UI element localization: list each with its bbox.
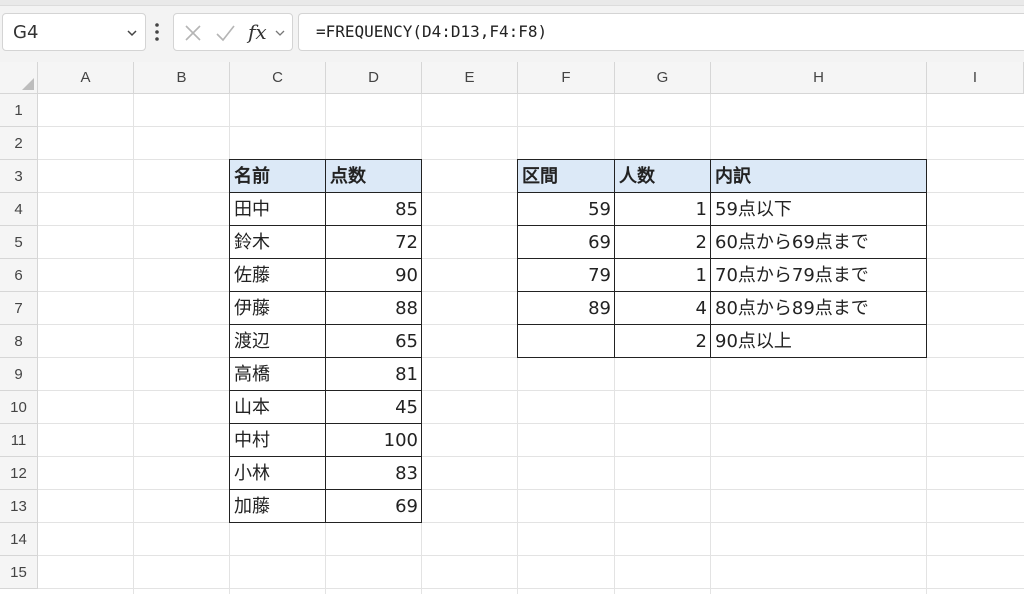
row-header[interactable]: 8	[0, 325, 38, 358]
insert-function-button[interactable]: fx	[248, 20, 267, 44]
row-header[interactable]: 13	[0, 490, 38, 523]
detail-cell[interactable]: 59点以下	[710, 192, 927, 226]
header-cell[interactable]: 点数	[325, 159, 422, 193]
formula-bar: G4 fx =FREQUENCY(D4:D13,F4:F8)	[0, 0, 1024, 62]
name-cell[interactable]: 佐藤	[229, 258, 326, 292]
column-header[interactable]: I	[927, 62, 1024, 94]
row-header[interactable]: 5	[0, 226, 38, 259]
score-cell[interactable]: 83	[325, 456, 422, 490]
count-cell[interactable]: 2	[614, 324, 711, 358]
name-cell[interactable]: 中村	[229, 423, 326, 457]
chevron-down-icon[interactable]	[127, 28, 137, 38]
column-header[interactable]: E	[422, 62, 518, 94]
bin-cell[interactable]: 79	[517, 258, 615, 292]
row-header[interactable]: 6	[0, 259, 38, 292]
column-header[interactable]: C	[230, 62, 326, 94]
column-header[interactable]: D	[326, 62, 422, 94]
name-box[interactable]: G4	[2, 13, 146, 51]
header-cell[interactable]: 名前	[229, 159, 326, 193]
count-cell[interactable]: 1	[614, 192, 711, 226]
name-cell[interactable]: 鈴木	[229, 225, 326, 259]
name-cell[interactable]: 山本	[229, 390, 326, 424]
count-cell[interactable]: 1	[614, 258, 711, 292]
gridline	[38, 555, 1024, 556]
score-cell[interactable]: 72	[325, 225, 422, 259]
column-header[interactable]: B	[134, 62, 230, 94]
name-cell[interactable]: 伊藤	[229, 291, 326, 325]
count-cell[interactable]: 4	[614, 291, 711, 325]
bin-cell[interactable]: 89	[517, 291, 615, 325]
row-header[interactable]: 4	[0, 193, 38, 226]
score-cell[interactable]: 100	[325, 423, 422, 457]
ribbon-edge	[0, 0, 1024, 6]
score-cell[interactable]: 45	[325, 390, 422, 424]
name-cell[interactable]: 小林	[229, 456, 326, 490]
name-cell[interactable]: 渡辺	[229, 324, 326, 358]
header-cell[interactable]: 区間	[517, 159, 615, 193]
row-header[interactable]: 11	[0, 424, 38, 457]
score-cell[interactable]: 65	[325, 324, 422, 358]
formula-buttons: fx	[173, 13, 293, 51]
gridline	[38, 456, 1024, 457]
formula-input[interactable]: =FREQUENCY(D4:D13,F4:F8)	[298, 13, 1024, 51]
chevron-down-icon[interactable]	[275, 28, 285, 38]
row-header[interactable]: 1	[0, 94, 38, 127]
name-cell[interactable]: 高橋	[229, 357, 326, 391]
name-cell[interactable]: 加藤	[229, 489, 326, 523]
gridline	[133, 94, 134, 594]
column-header[interactable]: A	[38, 62, 134, 94]
row-header[interactable]: 12	[0, 457, 38, 490]
gridline	[38, 390, 1024, 391]
score-cell[interactable]: 88	[325, 291, 422, 325]
row-header[interactable]: 10	[0, 391, 38, 424]
name-box-value: G4	[13, 22, 39, 43]
row-header[interactable]: 3	[0, 160, 38, 193]
select-all-icon	[22, 78, 34, 90]
gridline	[38, 126, 1024, 127]
worksheet-grid[interactable]: A B C D E F G H I 1 2 3 4 5 6 7 8 9 10 11 12 13 14 15 名前 点数 田中 85 鈴木…	[0, 62, 1024, 594]
row-header[interactable]: 2	[0, 127, 38, 160]
column-header[interactable]: F	[518, 62, 615, 94]
count-cell[interactable]: 2	[614, 225, 711, 259]
x-icon[interactable]	[182, 22, 204, 44]
header-cell[interactable]: 内訳	[710, 159, 927, 193]
select-all-button[interactable]	[0, 62, 38, 94]
formula-text: =FREQUENCY(D4:D13,F4:F8)	[316, 22, 548, 41]
bin-cell[interactable]: 59	[517, 192, 615, 226]
row-header[interactable]: 14	[0, 523, 38, 556]
score-cell[interactable]: 85	[325, 192, 422, 226]
gridline	[38, 522, 1024, 523]
bin-cell[interactable]	[517, 324, 615, 358]
row-header[interactable]: 9	[0, 358, 38, 391]
score-cell[interactable]: 90	[325, 258, 422, 292]
detail-cell[interactable]: 80点から89点まで	[710, 291, 927, 325]
gridline	[38, 489, 1024, 490]
detail-cell[interactable]: 60点から69点まで	[710, 225, 927, 259]
score-cell[interactable]: 81	[325, 357, 422, 391]
bin-cell[interactable]: 69	[517, 225, 615, 259]
gridline	[38, 423, 1024, 424]
more-options-icon[interactable]	[153, 20, 161, 44]
score-cell[interactable]: 69	[325, 489, 422, 523]
header-cell[interactable]: 人数	[614, 159, 711, 193]
gridline	[38, 588, 1024, 589]
detail-cell[interactable]: 90点以上	[710, 324, 927, 358]
row-header[interactable]: 7	[0, 292, 38, 325]
column-header[interactable]: G	[615, 62, 711, 94]
detail-cell[interactable]: 70点から79点まで	[710, 258, 927, 292]
row-header[interactable]: 15	[0, 556, 38, 589]
column-header[interactable]: H	[711, 62, 927, 94]
check-icon[interactable]	[214, 22, 236, 44]
name-cell[interactable]: 田中	[229, 192, 326, 226]
